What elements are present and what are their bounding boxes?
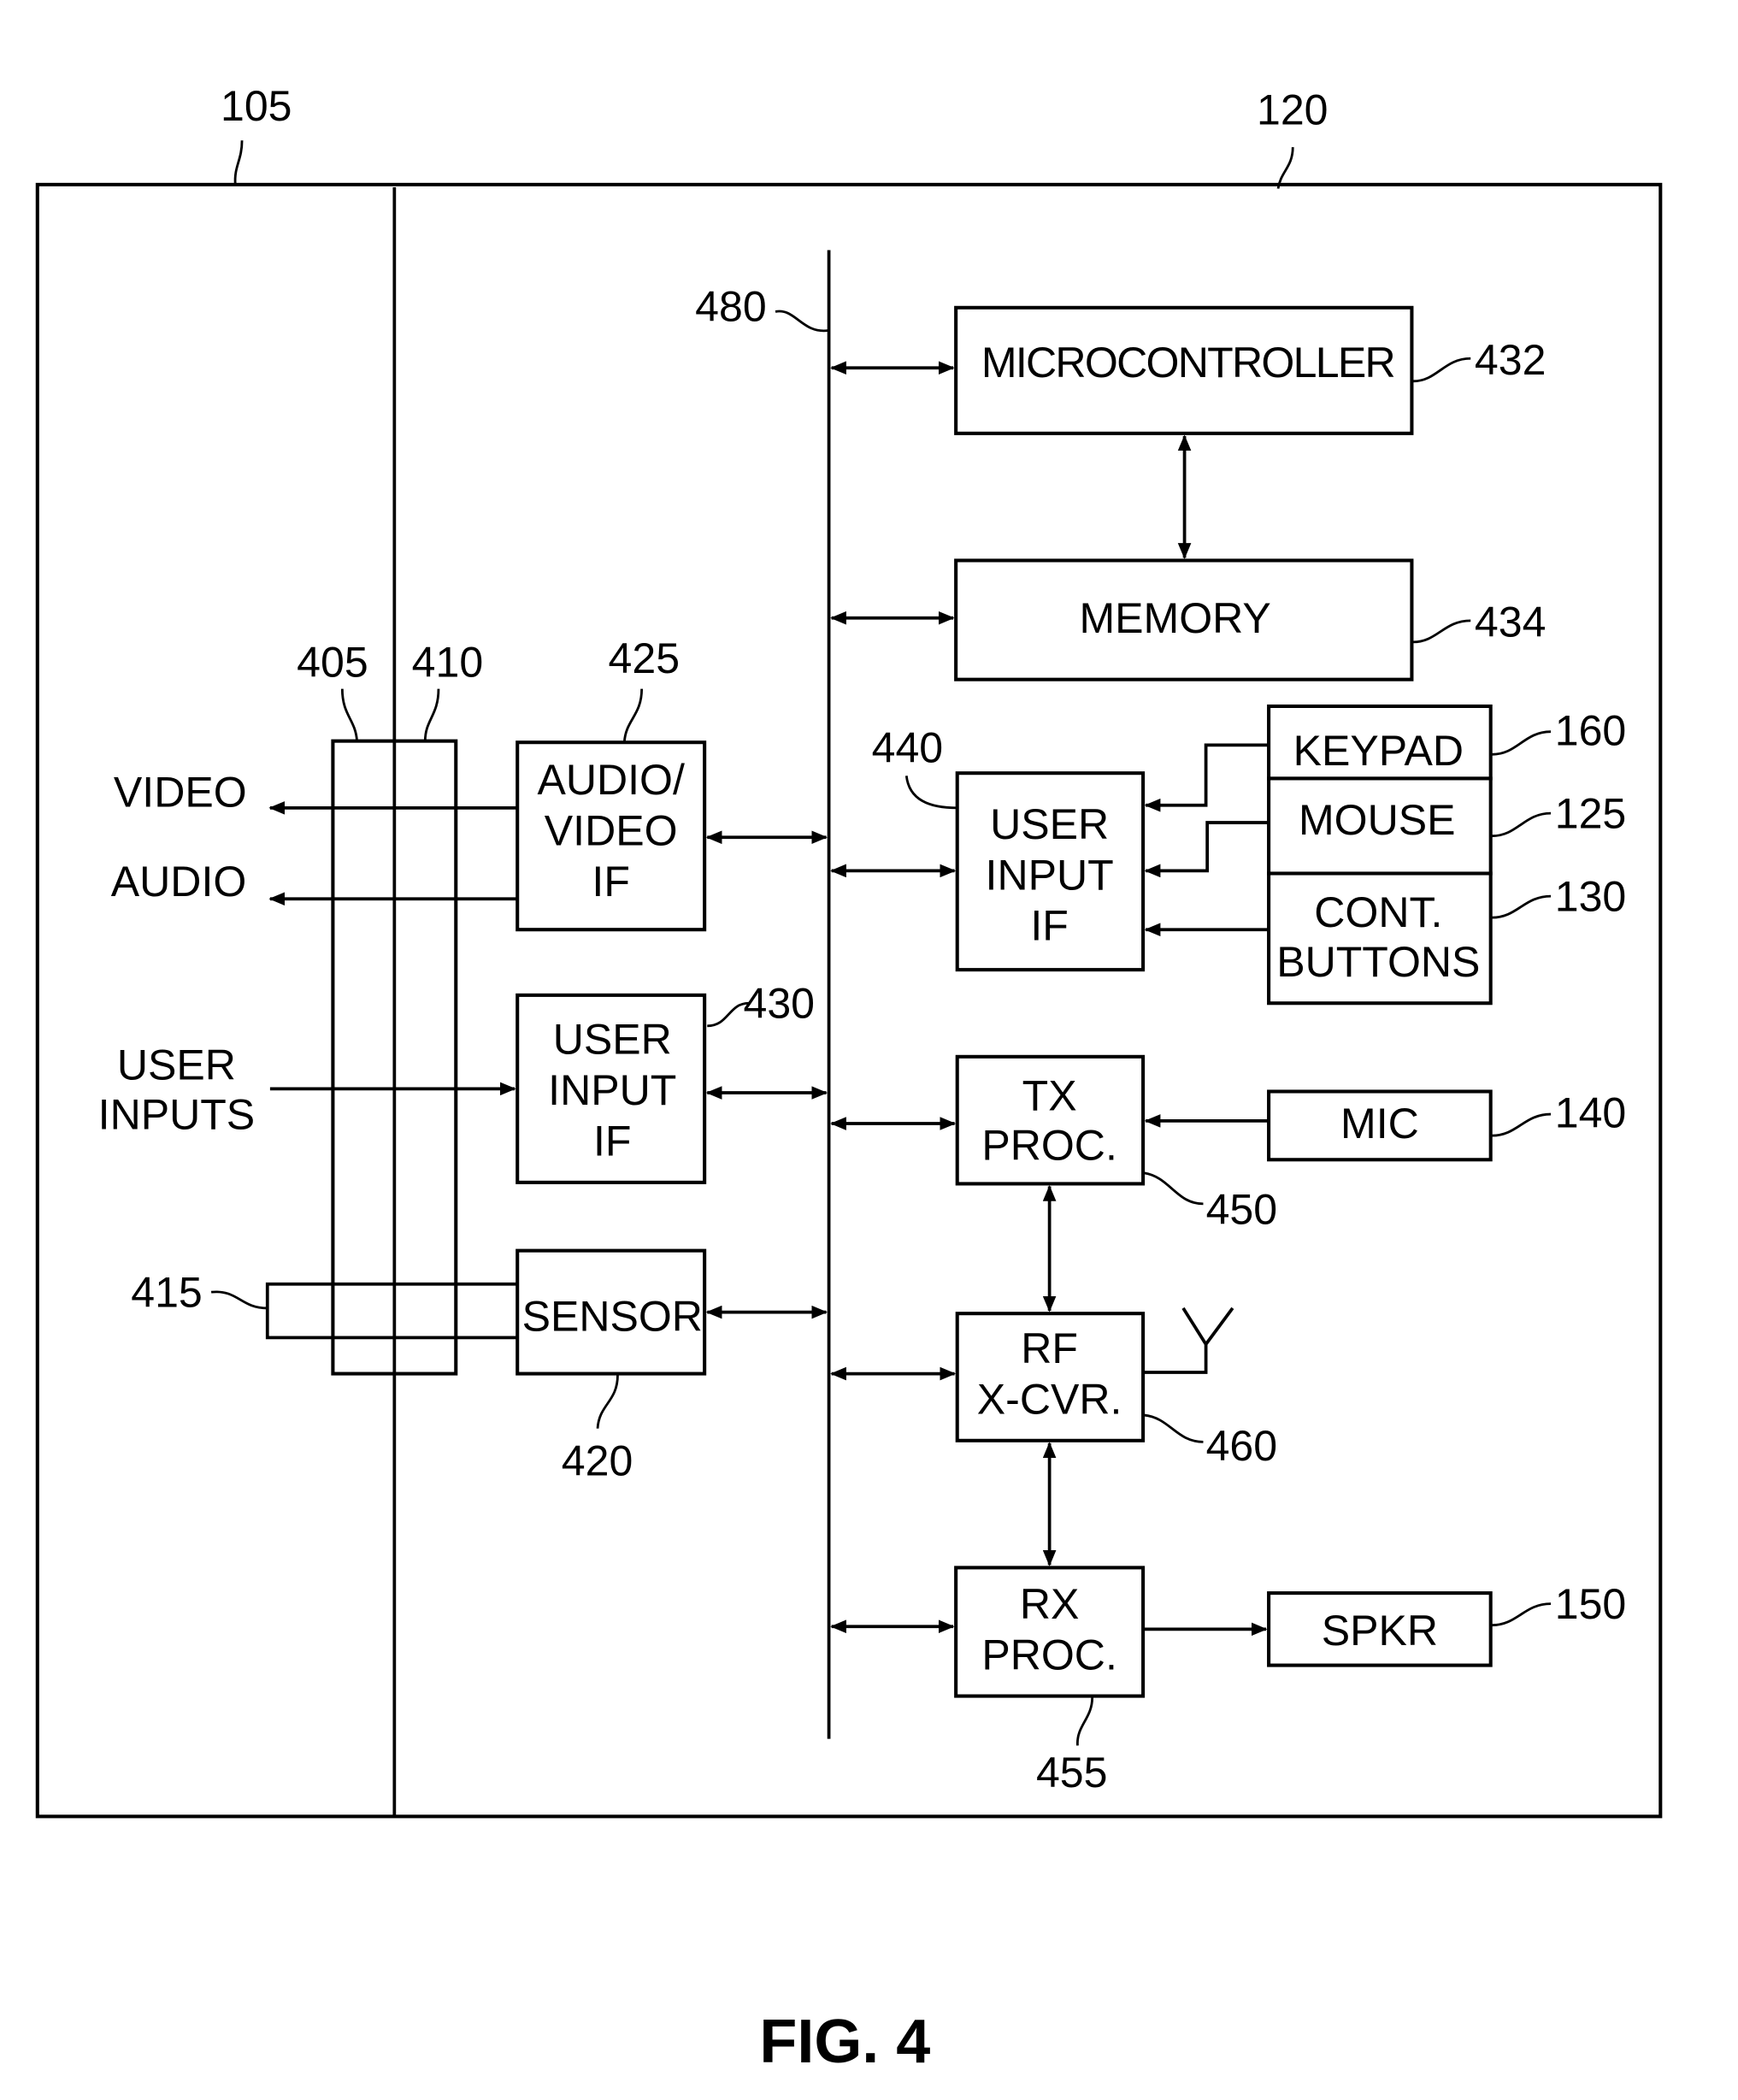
leader-105 [233, 140, 244, 185]
ref-450: 450 [1206, 1185, 1278, 1233]
rf-xcvr-label-1: RF [1021, 1324, 1078, 1372]
user-input-if-right-label-1: USER [990, 800, 1109, 848]
sensor-label: SENSOR [522, 1293, 703, 1341]
leader-440 [904, 776, 957, 810]
ref-405: 405 [297, 639, 368, 687]
mic-label: MIC [1340, 1100, 1419, 1147]
av-if-label-2: VIDEO [545, 807, 678, 855]
video-signal-label: VIDEO [114, 768, 247, 816]
audio-signal-label: AUDIO [111, 858, 246, 905]
ref-105: 105 [221, 82, 292, 130]
ref-440: 440 [872, 724, 944, 772]
user-input-if-right-label-2: INPUT [986, 851, 1114, 899]
ref-160: 160 [1555, 706, 1627, 754]
leader-130 [1492, 894, 1552, 919]
block-diagram: 105 120 480 MICROCONTROLLER 432 MEMORY 4… [35, 82, 1663, 2076]
microcontroller-label: MICROCONTROLLER [981, 339, 1396, 386]
user-input-if-left-label-2: INPUT [548, 1066, 676, 1114]
user-inputs-label-1: USER [117, 1041, 236, 1088]
leader-160 [1492, 730, 1552, 756]
ref-432: 432 [1475, 336, 1547, 384]
ref-425: 425 [609, 634, 680, 682]
cont-buttons-label-1: CONT. [1314, 888, 1442, 936]
tx-proc-label-1: TX [1022, 1071, 1077, 1119]
rx-proc-label-1: RX [1020, 1580, 1080, 1628]
spkr-label: SPKR [1322, 1607, 1438, 1655]
rf-xcvr-label-2: X-CVR. [977, 1375, 1122, 1423]
ref-460: 460 [1206, 1422, 1278, 1470]
leader-425 [622, 688, 644, 743]
av-if-label-3: IF [592, 858, 629, 905]
ref-415: 415 [131, 1268, 203, 1316]
leader-140 [1492, 1112, 1552, 1137]
figure-caption: FIG. 4 [759, 2008, 930, 2076]
ref-430: 430 [743, 979, 815, 1027]
mouse-label: MOUSE [1299, 796, 1456, 844]
leader-460 [1144, 1413, 1204, 1443]
user-input-if-left-label-1: USER [553, 1016, 672, 1064]
ref-125: 125 [1555, 789, 1627, 837]
user-inputs-label-2: INPUTS [98, 1090, 256, 1138]
leader-455 [1076, 1697, 1094, 1746]
keypad-label: KEYPAD [1293, 727, 1464, 775]
leader-410 [423, 688, 440, 741]
leader-405 [340, 688, 358, 741]
leader-120 [1276, 147, 1294, 189]
rx-proc-label-2: PROC. [981, 1631, 1116, 1678]
tx-proc-label-2: PROC. [981, 1121, 1116, 1169]
ref-480: 480 [695, 282, 767, 330]
av-if-label-1: AUDIO/ [537, 756, 684, 804]
ref-140: 140 [1555, 1089, 1627, 1137]
ref-150: 150 [1555, 1580, 1627, 1628]
keypad-to-uif-arrow [1144, 743, 1270, 812]
ref-455: 455 [1036, 1749, 1108, 1796]
leader-450 [1144, 1171, 1204, 1206]
leader-432 [1412, 357, 1471, 383]
user-input-if-left-label-3: IF [593, 1118, 631, 1165]
ref-420: 420 [562, 1436, 633, 1484]
leader-415 [210, 1290, 268, 1310]
user-input-if-right-label-3: IF [1030, 902, 1068, 950]
antenna-icon [1143, 1307, 1234, 1374]
leader-434 [1412, 619, 1471, 644]
ref-434: 434 [1475, 599, 1547, 646]
leader-125 [1492, 811, 1552, 838]
memory-label: MEMORY [1079, 594, 1270, 642]
leader-430 [707, 1001, 749, 1028]
sensor-port-415 [265, 1282, 518, 1340]
leader-480 [775, 310, 829, 333]
ref-410: 410 [412, 639, 484, 687]
ref-120: 120 [1257, 86, 1329, 133]
leader-150 [1492, 1602, 1552, 1627]
cont-buttons-label-2: BUTTONS [1276, 938, 1480, 986]
leader-420 [596, 1375, 619, 1429]
mouse-to-uif-arrow [1144, 821, 1270, 878]
ref-130: 130 [1555, 872, 1627, 920]
